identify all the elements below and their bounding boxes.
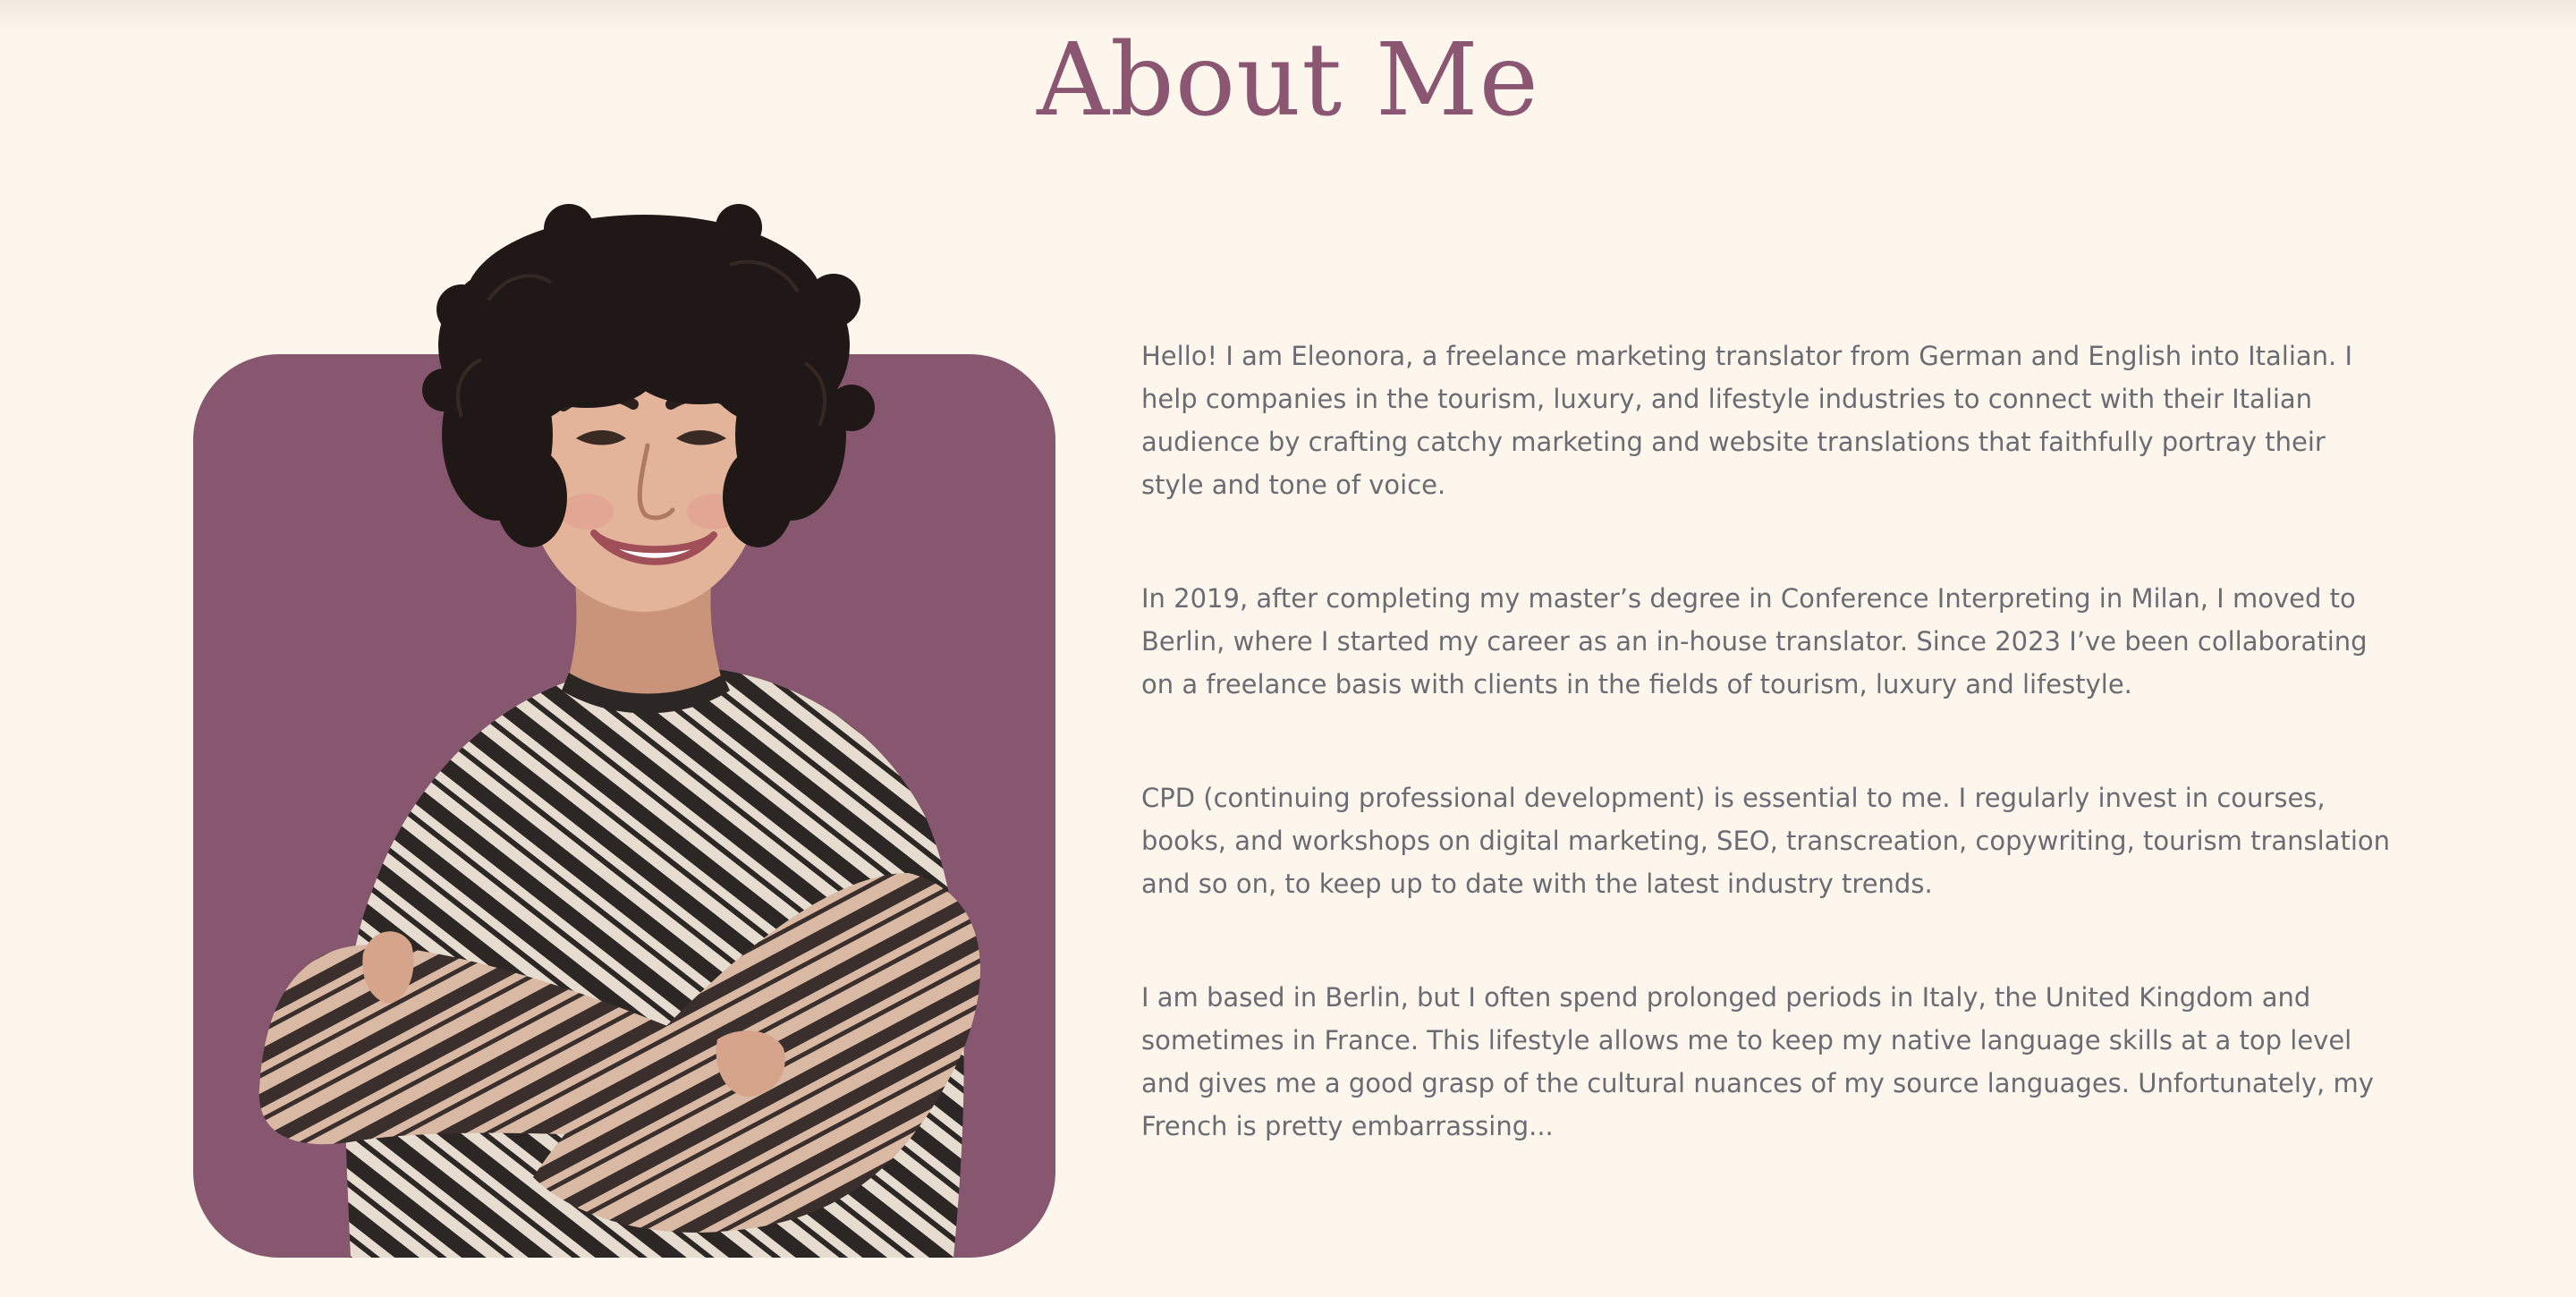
bio-paragraph-career: In 2019, after completing my master’s de… [1141,583,2368,699]
portrait-photo [258,204,980,1258]
portrait [193,193,1055,1258]
page-title: About Me [1037,22,1539,139]
bio-paragraph-intro: Hello! I am Eleonora, a freelance market… [1141,341,2353,500]
bio-paragraph-location: I am based in Berlin, but I often spend … [1141,982,2374,1141]
bio-paragraph-cpd: CPD (continuing professional development… [1141,783,2391,899]
bio: Hello! I am Eleonora, a freelance market… [1141,335,2394,1218]
